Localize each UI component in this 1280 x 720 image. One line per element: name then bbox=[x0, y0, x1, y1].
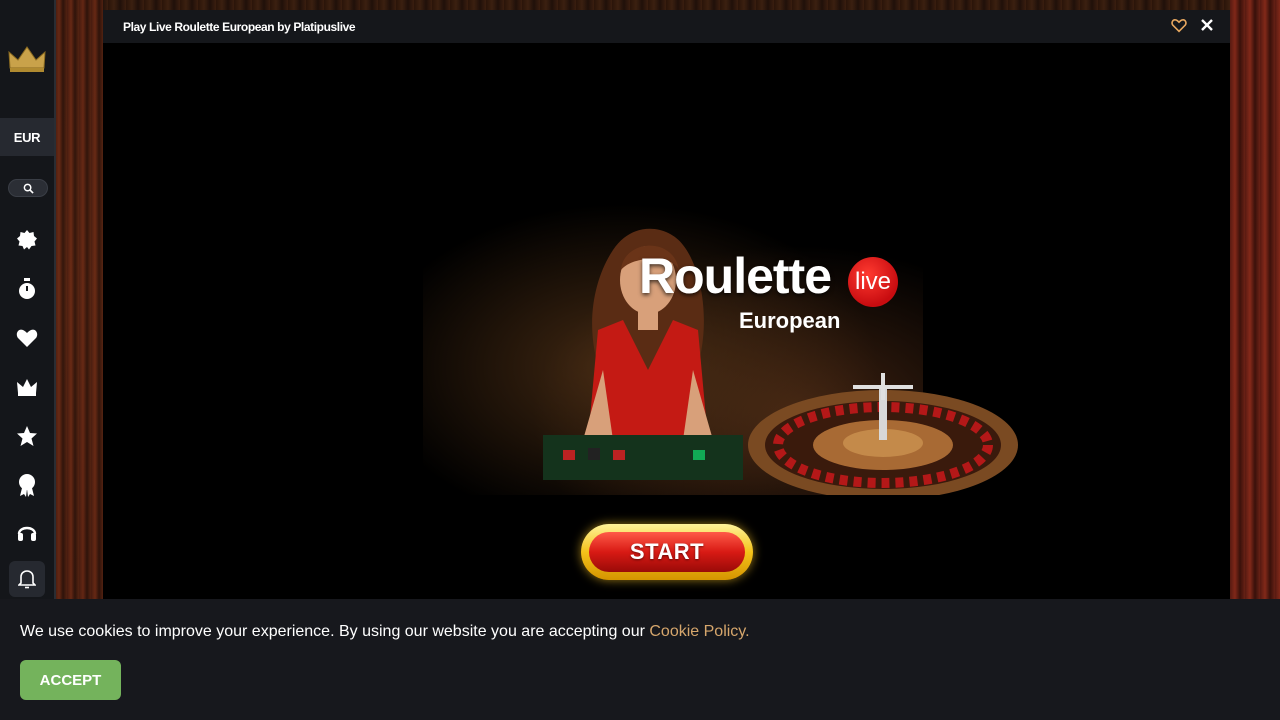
start-button[interactable]: START bbox=[581, 524, 753, 580]
bell-icon bbox=[18, 570, 36, 589]
support-button[interactable] bbox=[15, 521, 39, 545]
recent-games-button[interactable] bbox=[15, 277, 39, 301]
modal-title: Play Live Roulette European by Platipusl… bbox=[123, 20, 356, 34]
heart-outline-icon bbox=[1171, 19, 1187, 33]
stopwatch-icon bbox=[19, 278, 35, 299]
game-logo-title: Roulette bbox=[639, 248, 832, 304]
curtain-left bbox=[55, 0, 103, 600]
favorites-button[interactable] bbox=[15, 326, 39, 350]
live-badge: live bbox=[848, 257, 898, 307]
tournaments-button[interactable] bbox=[15, 473, 39, 497]
modal-header: Play Live Roulette European by Platipusl… bbox=[103, 10, 1230, 43]
search-icon bbox=[23, 183, 34, 194]
cookie-banner: We use cookies to improve your experienc… bbox=[0, 599, 1280, 720]
star-icon bbox=[17, 426, 37, 446]
currency-selector[interactable]: EUR bbox=[0, 118, 54, 156]
award-icon bbox=[19, 474, 35, 497]
top-games-button[interactable] bbox=[15, 424, 39, 448]
favorite-button[interactable] bbox=[1171, 18, 1189, 36]
cookie-message: We use cookies to improve your experienc… bbox=[20, 623, 750, 641]
game-logo-subtitle: European bbox=[739, 308, 841, 333]
headset-icon bbox=[17, 526, 37, 541]
start-button-label: START bbox=[589, 532, 745, 572]
game-modal: Play Live Roulette European by Platipusl… bbox=[103, 10, 1230, 600]
cookie-policy-link[interactable]: Cookie Policy. bbox=[649, 623, 749, 640]
sidebar: EUR bbox=[0, 0, 56, 600]
new-badge-icon bbox=[17, 230, 37, 250]
cookie-message-text: We use cookies to improve your experienc… bbox=[20, 623, 650, 640]
crown-icon bbox=[17, 379, 37, 396]
search-button[interactable] bbox=[8, 179, 48, 197]
roulette-wheel-illustration bbox=[748, 373, 1018, 495]
accept-cookies-button[interactable]: ACCEPT bbox=[20, 660, 121, 700]
heart-icon bbox=[16, 329, 38, 347]
notifications-button[interactable] bbox=[9, 561, 45, 597]
close-button[interactable] bbox=[1200, 18, 1218, 36]
vip-button[interactable] bbox=[15, 375, 39, 399]
new-games-button[interactable] bbox=[15, 228, 39, 252]
curtain-right bbox=[1230, 0, 1280, 600]
crown-logo-icon[interactable] bbox=[7, 44, 47, 74]
close-icon bbox=[1201, 19, 1213, 31]
